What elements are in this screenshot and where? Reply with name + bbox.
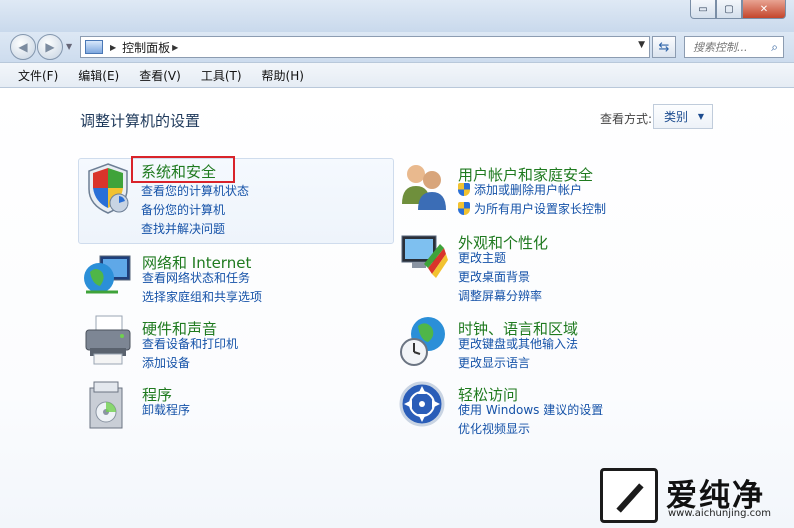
network-globe-icon [84, 255, 131, 294]
breadcrumb-control-panel[interactable]: 控制面板 [122, 39, 170, 56]
link-add-remove-users[interactable]: 添加或删除用户帐户 [458, 180, 606, 199]
uac-shield-icon [458, 202, 470, 215]
close-icon: ✕ [759, 3, 769, 15]
page-title: 调整计算机的设置 [80, 112, 201, 130]
search-icon[interactable]: ⌕ [771, 40, 778, 55]
watermark-logo [600, 468, 658, 523]
close-button[interactable]: ✕ [742, 0, 786, 19]
view-by-value: 类别 [664, 110, 689, 124]
back-button[interactable]: ◀ [10, 34, 36, 60]
category-links: 添加或删除用户帐户 为所有用户设置家长控制 [458, 180, 606, 218]
link-desktop-background[interactable]: 更改桌面背景 [458, 267, 542, 286]
link-keyboard-input[interactable]: 更改键盘或其他输入法 [458, 334, 578, 353]
link-display-language[interactable]: 更改显示语言 [458, 353, 578, 372]
link-parental-controls[interactable]: 为所有用户设置家长控制 [458, 199, 606, 218]
link-recommended-settings[interactable]: 使用 Windows 建议的设置 [458, 400, 603, 419]
search-input[interactable] [693, 40, 765, 54]
link-backup-computer[interactable]: 备份您的计算机 [141, 200, 249, 219]
link-change-theme[interactable]: 更改主题 [458, 248, 542, 267]
menu-tools[interactable]: 工具(T) [191, 67, 252, 84]
back-arrow-icon: ◀ [18, 40, 28, 54]
category-links: 卸载程序 [142, 400, 190, 419]
navigation-bar: ◀ ▶ ▼ ▶ 控制面板 ▶ ▼ ⇆ ⌕ [0, 32, 794, 62]
watermark-url: www.aichunjing.com [668, 508, 771, 519]
link-text: 添加或删除用户帐户 [474, 183, 583, 197]
menu-file[interactable]: 文件(F) [8, 67, 68, 84]
minimize-button[interactable]: ▭ [690, 0, 716, 19]
link-screen-resolution[interactable]: 调整屏幕分辨率 [458, 286, 542, 305]
link-homegroup-sharing[interactable]: 选择家庭组和共享选项 [142, 287, 262, 306]
search-box[interactable]: ⌕ [684, 36, 784, 58]
globe-clock-icon [400, 317, 445, 366]
minimize-icon: ▭ [698, 3, 708, 15]
watermark: 爱纯净 www.aichunjing.com [600, 468, 790, 523]
category-links: 查看您的计算机状态 备份您的计算机 查找并解决问题 [141, 181, 249, 238]
ease-of-access-icon [399, 381, 445, 427]
link-view-network-status[interactable]: 查看网络状态和任务 [142, 268, 262, 287]
menu-view[interactable]: 查看(V) [129, 67, 191, 84]
category-links: 查看设备和打印机 添加设备 [142, 334, 238, 372]
category-links: 更改键盘或其他输入法 更改显示语言 [458, 334, 578, 372]
shield-icon [88, 163, 129, 214]
monitor-palette-icon [401, 235, 448, 278]
printer-icon [85, 315, 131, 365]
refresh-icon: ⇆ [658, 39, 670, 55]
breadcrumb-chevron-icon[interactable]: ▶ [110, 43, 116, 52]
category-links: 使用 Windows 建议的设置 优化视频显示 [458, 400, 603, 438]
users-icon [402, 165, 446, 210]
recent-pages-dropdown[interactable]: ▼ [66, 42, 72, 51]
link-devices-printers[interactable]: 查看设备和打印机 [142, 334, 238, 353]
menu-help[interactable]: 帮助(H) [252, 67, 314, 84]
window-controls: ▭ ▢ ✕ [690, 0, 786, 19]
address-dropdown-icon[interactable]: ▼ [638, 40, 645, 50]
maximize-button[interactable]: ▢ [716, 0, 742, 19]
breadcrumb-chevron-icon[interactable]: ▶ [172, 43, 178, 52]
category-links: 查看网络状态和任务 选择家庭组和共享选项 [142, 268, 262, 306]
forward-arrow-icon: ▶ [45, 40, 55, 54]
address-bar[interactable]: ▶ 控制面板 ▶ ▼ [80, 36, 650, 58]
link-troubleshoot[interactable]: 查找并解决问题 [141, 219, 249, 238]
chevron-down-icon: ▼ [697, 112, 704, 121]
forward-button[interactable]: ▶ [37, 34, 63, 60]
category-system-security[interactable]: 系统和安全 查看您的计算机状态 备份您的计算机 查找并解决问题 [78, 158, 394, 244]
category-programs[interactable]: 程序 卸载程序 [78, 380, 378, 462]
uac-shield-icon [458, 183, 470, 196]
link-optimize-display[interactable]: 优化视频显示 [458, 419, 603, 438]
link-text: 为所有用户设置家长控制 [474, 202, 607, 216]
view-by-dropdown[interactable]: 类别 ▼ [653, 104, 713, 129]
programs-box-icon [89, 381, 123, 429]
control-panel-icon [85, 40, 103, 54]
menu-bar: 文件(F) 编辑(E) 查看(V) 工具(T) 帮助(H) [0, 62, 794, 88]
category-links: 更改主题 更改桌面背景 调整屏幕分辨率 [458, 248, 542, 305]
category-ease-of-access[interactable]: 轻松访问 使用 Windows 建议的设置 优化视频显示 [396, 380, 696, 462]
content-area: 调整计算机的设置 查看方式: 类别 ▼ 系统和安全 查看您的计算机状态 备份您的… [0, 88, 794, 528]
maximize-icon: ▢ [724, 3, 734, 15]
link-view-computer-status[interactable]: 查看您的计算机状态 [141, 181, 249, 200]
link-add-device[interactable]: 添加设备 [142, 353, 238, 372]
link-uninstall-program[interactable]: 卸载程序 [142, 400, 190, 419]
menu-edit[interactable]: 编辑(E) [68, 67, 129, 84]
category-appearance[interactable]: 外观和个性化 更改主题 更改桌面背景 调整屏幕分辨率 [396, 228, 696, 310]
highlight-annotation-box [131, 156, 235, 183]
view-by-label: 查看方式: [600, 112, 653, 126]
refresh-button[interactable]: ⇆ [652, 36, 676, 58]
title-bar: ▭ ▢ ✕ [0, 0, 794, 32]
